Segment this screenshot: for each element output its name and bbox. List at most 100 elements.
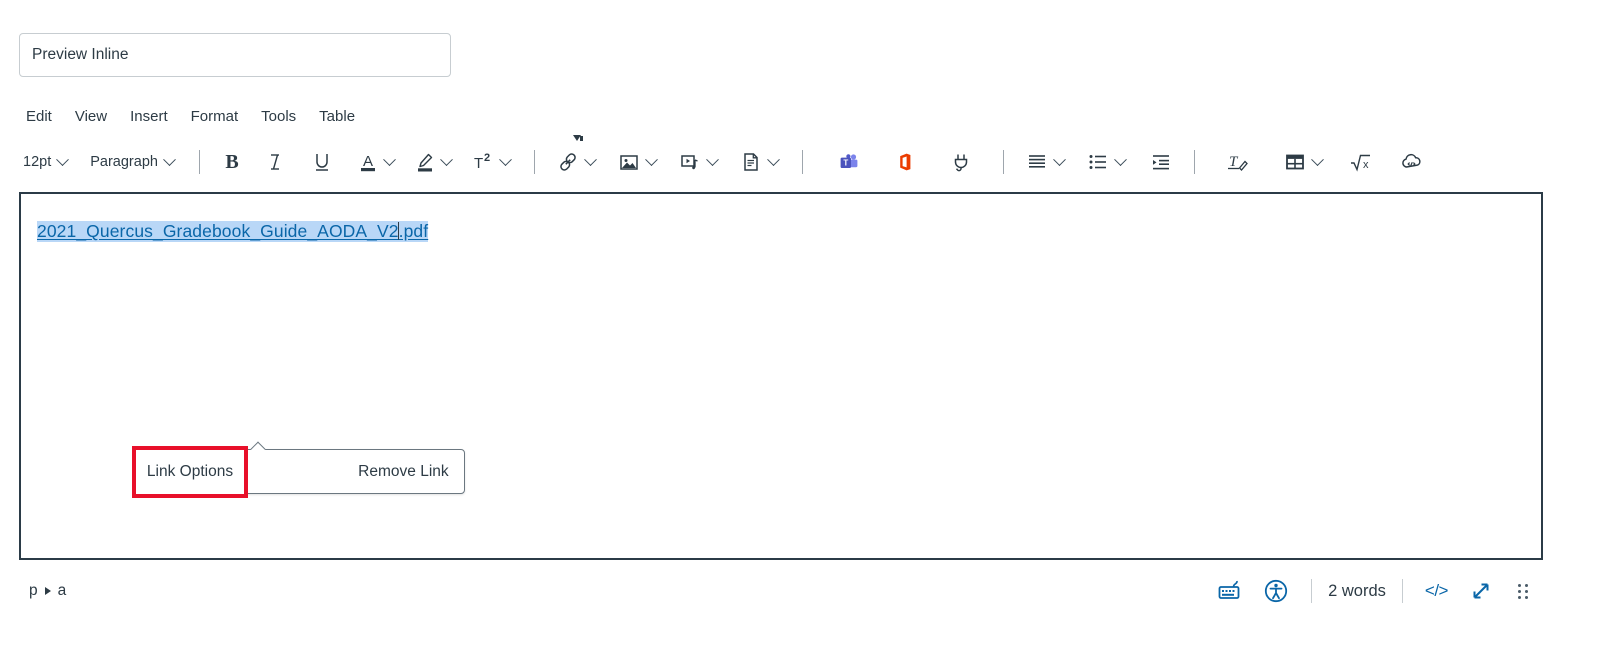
link-icon [560, 153, 576, 171]
table-button[interactable] [1279, 146, 1329, 178]
toolbar-separator [1002, 150, 1004, 174]
font-size-label: 12pt [23, 154, 52, 170]
link-options-highlight-box[interactable]: Link Options [132, 446, 248, 498]
chevron-down-icon [383, 152, 396, 166]
text-color-button[interactable]: A [353, 146, 401, 178]
microsoft-teams-icon: T [840, 154, 858, 168]
document-icon [744, 153, 758, 171]
status-separator [1401, 579, 1403, 603]
microsoft-teams-button[interactable]: T [833, 146, 865, 178]
link-options-label: Link Options [146, 463, 234, 480]
status-separator [1311, 579, 1313, 603]
breadcrumb-leaf[interactable]: a [58, 582, 67, 600]
chevron-down-icon [1311, 152, 1324, 166]
insert-image-button[interactable] [613, 146, 663, 178]
toolbar-separator [1193, 150, 1195, 174]
title-input[interactable] [19, 33, 451, 77]
table-icon [1286, 154, 1304, 170]
indent-icon [1152, 155, 1169, 170]
clear-formatting-button[interactable]: T [1221, 146, 1255, 178]
html-editor-button[interactable]: </> [1415, 575, 1458, 607]
chevron-down-icon [1053, 152, 1066, 166]
highlight-color-button[interactable] [410, 146, 458, 178]
image-icon [620, 155, 638, 170]
menubar: Edit View Insert Format Tools Table [26, 105, 367, 128]
toolbar-separator [801, 150, 803, 174]
align-left-icon [1028, 155, 1045, 168]
resize-grip-icon[interactable] [1504, 583, 1537, 599]
chevron-down-icon [440, 152, 453, 166]
chevron-down-icon [56, 152, 70, 166]
fullscreen-button[interactable] [1458, 575, 1504, 607]
block-format-select[interactable]: Paragraph [84, 146, 182, 178]
svg-text:B: B [225, 151, 238, 173]
insert-document-button[interactable] [735, 146, 785, 178]
bold-icon: B [225, 151, 238, 173]
svg-text:x: x [1363, 159, 1369, 171]
accessibility-icon [1265, 579, 1288, 603]
underline-button[interactable] [307, 146, 337, 178]
highlighter-icon [417, 153, 433, 172]
editor-status-bar: p a 2 words </> [19, 568, 1543, 614]
bold-button[interactable]: B [217, 146, 247, 178]
editor-toolbar: 12pt Paragraph B A T 2 T T x [16, 135, 1430, 181]
apps-button[interactable] [945, 146, 977, 178]
keyboard-shortcuts-button[interactable] [1207, 575, 1253, 607]
embed-button[interactable] [1395, 146, 1429, 178]
svg-text:T: T [1229, 154, 1239, 170]
menu-tools[interactable]: Tools [261, 105, 308, 128]
apps-plug-icon [954, 154, 968, 172]
underline-icon [315, 154, 328, 171]
menu-view[interactable]: View [75, 105, 119, 128]
chevron-down-icon [1114, 152, 1127, 166]
italic-button[interactable] [261, 146, 291, 178]
element-path-breadcrumb: p a [19, 582, 66, 600]
chevron-right-icon [44, 587, 51, 595]
inserted-file-link[interactable]: 2021_Quercus_Gradebook_Guide_AODA_V2.pdf [37, 221, 429, 242]
menu-insert[interactable]: Insert [130, 105, 180, 128]
popup-arrow-icon [250, 441, 266, 450]
menu-format[interactable]: Format [191, 105, 251, 128]
list-button[interactable] [1082, 146, 1132, 178]
keyboard-icon [1218, 580, 1240, 599]
link-context-popup: Link Options Remove Link [226, 441, 465, 494]
accessibility-checker-button[interactable] [1253, 575, 1299, 607]
clear-formatting-icon: T [1227, 154, 1248, 171]
expand-icon [1473, 583, 1489, 599]
bulleted-list-icon [1089, 155, 1106, 169]
menu-table[interactable]: Table [319, 105, 367, 128]
italic-icon [270, 154, 279, 170]
title-field-wrapper [19, 33, 451, 77]
chevron-down-icon [584, 152, 597, 166]
indent-button[interactable] [1145, 146, 1177, 178]
menu-edit[interactable]: Edit [26, 105, 64, 128]
microsoft-office-icon [900, 153, 911, 171]
font-size-select[interactable]: 12pt [17, 146, 75, 178]
equation-button[interactable]: x [1344, 146, 1378, 178]
superscript-icon: T 2 [474, 152, 490, 172]
svg-text:T: T [474, 155, 483, 172]
block-format-label: Paragraph [90, 154, 158, 170]
align-button[interactable] [1021, 146, 1071, 178]
popup-anchor-marker-icon [572, 135, 583, 141]
microsoft-office-button[interactable] [889, 146, 921, 178]
chevron-down-icon [499, 152, 512, 166]
chevron-down-icon [645, 152, 658, 166]
link-text-before-caret: 2021_Quercus_Gradebook_Guide_AODA_V2 [37, 221, 399, 241]
chevron-down-icon [163, 152, 176, 166]
svg-text:2: 2 [484, 152, 490, 164]
word-count-label[interactable]: 2 words [1324, 582, 1390, 601]
rich-content-editor-body[interactable]: 2021_Quercus_Gradebook_Guide_AODA_V2.pdf… [19, 192, 1543, 560]
insert-link-button[interactable] [552, 135, 602, 178]
breadcrumb-root[interactable]: p [29, 582, 38, 600]
insert-media-button[interactable] [674, 146, 724, 178]
media-icon [681, 155, 698, 170]
link-text-after-caret: .pdf [398, 221, 429, 241]
cloud-embed-icon [1402, 153, 1421, 168]
superscript-button[interactable]: T 2 [467, 146, 517, 178]
equation-icon: x [1350, 154, 1370, 172]
svg-text:T: T [843, 158, 848, 167]
remove-link-button[interactable]: Remove Link [343, 450, 463, 493]
svg-text:A: A [363, 153, 373, 170]
toolbar-separator [198, 150, 200, 174]
